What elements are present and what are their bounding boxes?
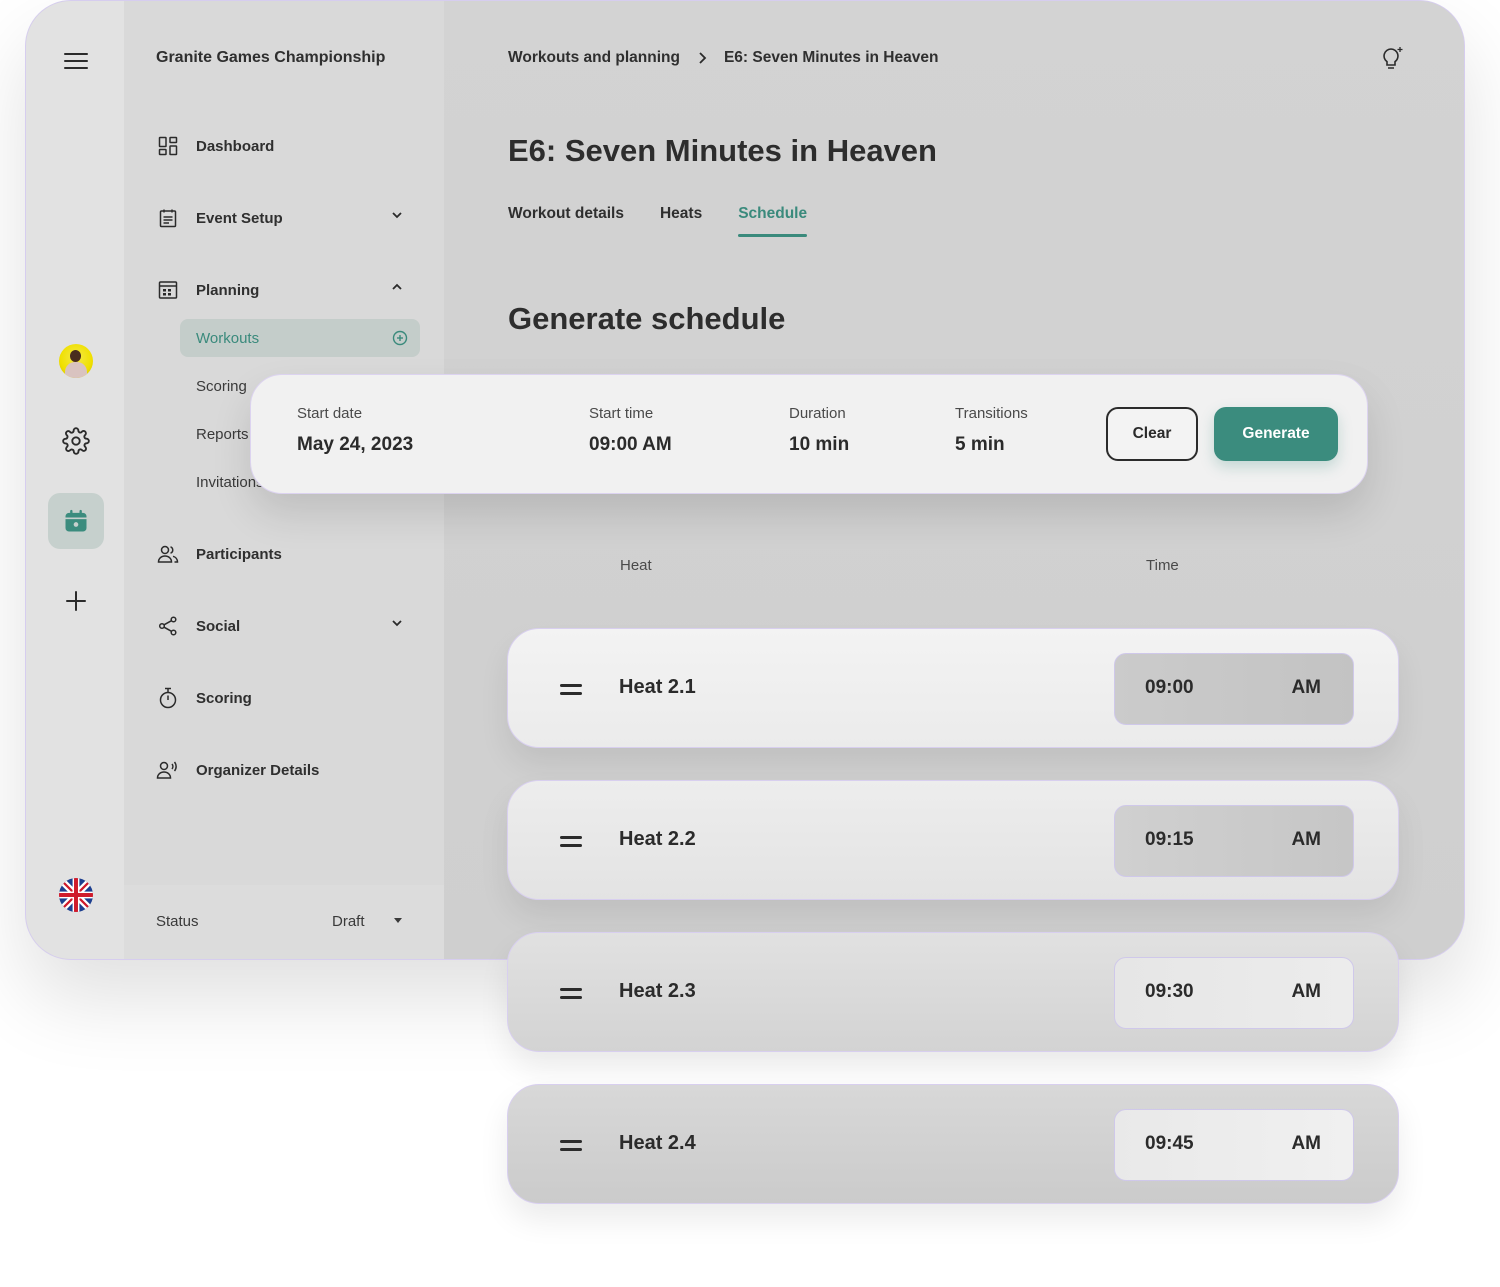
tab-workout-details[interactable]: Workout details <box>508 205 624 235</box>
sidebar-item-participants[interactable]: Participants <box>156 534 412 574</box>
start-date-field[interactable]: Start date May 24, 2023 <box>297 405 413 456</box>
sidebar-item-label: Planning <box>196 281 260 299</box>
time-input[interactable]: 09:45 AM <box>1114 1109 1354 1181</box>
lightbulb-icon <box>1383 47 1403 69</box>
heat-name: Heat 2.3 <box>619 980 696 1002</box>
transitions-label: Transitions <box>955 405 1028 422</box>
add-button[interactable] <box>48 573 104 629</box>
start-date-value[interactable]: May 24, 2023 <box>297 434 413 456</box>
share-icon <box>158 616 177 636</box>
sidebar-item-label: Scoring <box>196 689 252 707</box>
breadcrumb-current: E6: Seven Minutes in Heaven <box>723 49 939 66</box>
sidebar-item-label: Participants <box>196 545 282 563</box>
planning-icon <box>158 281 178 299</box>
time-period[interactable]: AM <box>1291 981 1321 1003</box>
time-period[interactable]: AM <box>1291 677 1321 699</box>
language-flag-icon[interactable] <box>59 878 93 912</box>
sidebar-item-dashboard[interactable]: Dashboard <box>156 126 412 166</box>
sidebar-subitem-label: Workouts <box>196 329 260 347</box>
table-row[interactable]: Heat 2.1 09:00 AM <box>507 628 1399 748</box>
start-date-label: Start date <box>297 405 363 422</box>
heat-name: Heat 2.2 <box>619 828 696 850</box>
app-title: Granite Games Championship <box>156 49 386 66</box>
sidebar-item-social[interactable]: Social <box>156 606 412 646</box>
tab-heats[interactable]: Heats <box>660 205 702 235</box>
duration-label: Duration <box>789 405 846 422</box>
time-value[interactable]: 09:45 <box>1145 1133 1194 1155</box>
sidebar-item-event-setup[interactable]: Event Setup <box>156 198 412 238</box>
section-title: Generate schedule <box>508 301 786 336</box>
avatar[interactable] <box>59 344 93 378</box>
column-header-heat: Heat <box>620 557 652 574</box>
tab-schedule[interactable]: Schedule <box>738 205 807 237</box>
sidebar-subitem-label: Reports <box>196 425 249 443</box>
chevron-right-icon <box>699 52 707 64</box>
sidebar-item-label: Dashboard <box>196 137 275 155</box>
clipboard-icon <box>159 209 177 228</box>
stopwatch-icon <box>159 687 177 709</box>
start-time-value[interactable]: 09:00 AM <box>589 434 672 456</box>
organizer-icon <box>156 761 177 779</box>
time-input[interactable]: 09:15 AM <box>1114 805 1354 877</box>
breadcrumb: Workouts and planning E6: Seven Minutes … <box>508 49 938 67</box>
time-value[interactable]: 09:30 <box>1145 981 1194 1003</box>
chevron-down-icon <box>392 620 402 627</box>
sidebar-subitem-workouts[interactable]: Workouts <box>180 319 420 357</box>
clear-button[interactable]: Clear <box>1106 407 1198 461</box>
gear-icon <box>62 427 90 455</box>
heat-name: Heat 2.1 <box>619 676 696 698</box>
time-period[interactable]: AM <box>1291 1133 1321 1155</box>
sidebar-item-scoring[interactable]: Scoring <box>156 678 412 718</box>
users-icon <box>157 545 179 563</box>
calendar-button[interactable] <box>48 493 104 549</box>
drag-handle-icon[interactable] <box>560 684 582 700</box>
column-header-time: Time <box>1146 557 1179 574</box>
duration-value[interactable]: 10 min <box>789 434 849 456</box>
icon-rail <box>26 1 124 959</box>
drag-handle-icon[interactable] <box>560 836 582 852</box>
transitions-value[interactable]: 5 min <box>955 434 1028 456</box>
duration-field[interactable]: Duration 10 min <box>789 405 849 456</box>
time-input[interactable]: 09:30 AM <box>1114 957 1354 1029</box>
plus-icon <box>66 591 86 611</box>
start-time-field[interactable]: Start time 09:00 AM <box>589 405 672 456</box>
drag-handle-icon[interactable] <box>560 988 582 1004</box>
transitions-field[interactable]: Transitions 5 min <box>955 405 1028 456</box>
table-row[interactable]: Heat 2.3 09:30 AM <box>507 932 1399 1052</box>
page-title: E6: Seven Minutes in Heaven <box>508 133 937 168</box>
status-value[interactable]: Draft <box>332 913 365 930</box>
generate-schedule-card: Start date May 24, 2023 Start time 09:00… <box>250 374 1368 494</box>
generate-button[interactable]: Generate <box>1214 407 1338 461</box>
tips-button[interactable] <box>1378 45 1406 78</box>
heat-name: Heat 2.4 <box>619 1132 696 1154</box>
time-input[interactable]: 09:00 AM <box>1114 653 1354 725</box>
dashboard-icon <box>158 136 178 156</box>
time-value[interactable]: 09:15 <box>1145 829 1194 851</box>
add-circle-icon[interactable] <box>392 330 408 346</box>
drag-handle-icon[interactable] <box>560 1140 582 1156</box>
sidebar-item-label: Organizer Details <box>196 761 320 779</box>
hamburger-icon <box>64 53 88 69</box>
status-label: Status <box>156 913 199 930</box>
caret-down-icon[interactable] <box>394 918 402 923</box>
sidebar-item-planning[interactable]: Planning <box>156 270 412 310</box>
chevron-up-icon <box>392 283 402 290</box>
breadcrumb-parent[interactable]: Workouts and planning <box>508 49 680 67</box>
sidebar-item-organizer-details[interactable]: Organizer Details <box>156 750 412 790</box>
menu-button[interactable] <box>48 33 104 89</box>
settings-button[interactable] <box>48 413 104 469</box>
table-row[interactable]: Heat 2.4 09:45 AM <box>507 1084 1399 1204</box>
status-selector[interactable]: Status Draft <box>124 885 444 959</box>
sidebar-item-label: Event Setup <box>196 209 283 227</box>
chevron-down-icon <box>392 212 402 219</box>
start-time-label: Start time <box>589 405 654 422</box>
table-row[interactable]: Heat 2.2 09:15 AM <box>507 780 1399 900</box>
time-value[interactable]: 09:00 <box>1145 677 1194 699</box>
calendar-icon <box>65 509 87 532</box>
time-period[interactable]: AM <box>1291 829 1321 851</box>
sidebar-item-label: Social <box>196 617 241 635</box>
sidebar-subitem-label: Scoring <box>196 377 247 395</box>
tab-bar: Workout details Heats Schedule <box>508 205 807 237</box>
